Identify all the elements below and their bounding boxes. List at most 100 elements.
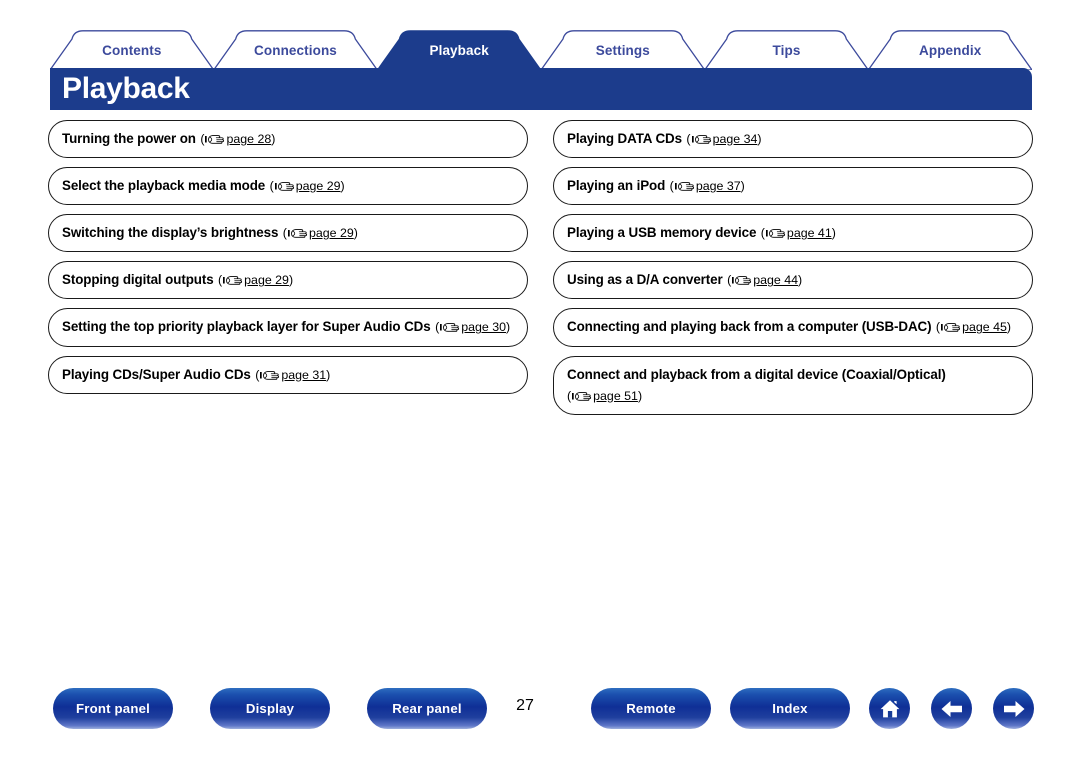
ref-page-link[interactable]: page 51: [593, 389, 638, 403]
toc-item-page-ref[interactable]: (page 30): [435, 320, 510, 334]
ref-page-link[interactable]: page 45: [962, 320, 1007, 334]
ref-close-paren: ): [1006, 320, 1011, 335]
footer-button-display[interactable]: Display: [210, 688, 330, 729]
ref-close-paren: ): [831, 226, 836, 241]
ref-open-paren: (: [727, 273, 732, 288]
ref-close-paren: ): [288, 273, 294, 288]
tab-settings[interactable]: Settings: [541, 30, 705, 70]
toc-item[interactable]: Playing CDs/Super Audio CDs (page 31): [48, 355, 528, 394]
footer-button-label: Rear panel: [392, 701, 462, 716]
pointing-hand-icon: [260, 370, 281, 381]
toc-item[interactable]: Playing a USB memory device ( page 41): [553, 214, 1033, 253]
ref-open-paren: (: [686, 132, 691, 146]
ref-open-paren: (: [200, 132, 205, 146]
ref-page-link[interactable]: page 28: [226, 132, 271, 146]
page-title-band: Playback: [50, 68, 1032, 110]
ref-close-paren: ): [353, 226, 358, 241]
toc-item-title: Playing CDs/Super Audio CDs: [62, 366, 251, 382]
toc-item-page-ref[interactable]: (page 29): [270, 179, 345, 193]
pointing-hand-icon: [765, 228, 787, 239]
ref-open-paren: (: [760, 226, 765, 241]
page-title: Playback: [62, 72, 190, 105]
toc-item-page-ref[interactable]: ( page 28): [200, 132, 275, 146]
toc-item[interactable]: Playing DATA CDs ( page 34): [553, 120, 1033, 159]
arrow-left-icon: [939, 698, 965, 720]
tab-tips[interactable]: Tips: [705, 30, 869, 70]
ref-open-paren: (: [567, 388, 572, 403]
toc-item[interactable]: Connect and playback from a digital devi…: [553, 355, 1033, 415]
ref-page-link[interactable]: page 29: [296, 179, 341, 193]
toc-item[interactable]: Switching the display’s brightness ( page…: [48, 214, 528, 253]
toc-item-title: Playing DATA CDs: [567, 131, 682, 146]
ref-page-link[interactable]: page 29: [244, 273, 289, 287]
toc-item-page-ref[interactable]: ( page 29): [283, 226, 358, 240]
ref-close-paren: ): [326, 367, 331, 382]
toc-item-title: Connect and playback from a digital devi…: [567, 366, 946, 382]
ref-open-paren: (: [935, 320, 941, 335]
toc-item-page-ref[interactable]: ( page 51): [567, 389, 642, 403]
toc-item-title: Playing an iPod: [567, 178, 666, 194]
pointing-hand-icon: [440, 322, 461, 333]
toc-item-page-ref[interactable]: (page 31): [255, 368, 330, 382]
toc-item-page-ref[interactable]: (page 37): [670, 179, 745, 193]
ref-open-paren: (: [669, 179, 674, 194]
forward-button[interactable]: [993, 688, 1034, 729]
ref-page-link[interactable]: page 30: [461, 320, 506, 334]
manual-page: Contents Connections Playback Settings Tips A…: [0, 0, 1080, 761]
footer-button-rear-panel[interactable]: Rear panel: [367, 688, 487, 729]
footer-button-label: Display: [245, 701, 295, 716]
tab-label: Settings: [595, 42, 650, 58]
toc-item[interactable]: Playing an iPod (page 37): [553, 167, 1033, 206]
footer-button-label: Front panel: [76, 701, 150, 716]
toc-item-title: Playing a USB memory device: [567, 225, 757, 241]
toc-item-title: Switching the display’s brightness: [62, 225, 279, 241]
toc-item[interactable]: Using as a D/A converter (page 44): [553, 261, 1033, 300]
footer-button-label: Remote: [626, 701, 676, 716]
toc-item-title: Using as a D/A converter: [567, 272, 723, 288]
footer-bar: Front panel Display Rear panel 27 Remote…: [0, 688, 1080, 732]
ref-close-paren: ): [757, 132, 762, 146]
tab-bar: Contents Connections Playback Settings Tips A…: [50, 30, 1032, 70]
footer-button-remote[interactable]: Remote: [591, 688, 711, 729]
toc-item-page-ref[interactable]: ( page 34): [686, 132, 761, 146]
pointing-hand-icon: [941, 322, 962, 333]
pointing-hand-icon: [674, 181, 696, 192]
ref-page-link[interactable]: page 41: [787, 226, 832, 240]
toc-item[interactable]: Stopping digital outputs (page 29): [48, 261, 528, 300]
toc-item[interactable]: Select the playback media mode (page 29): [48, 167, 528, 206]
tab-label: Tips: [772, 42, 801, 58]
toc-item-page-ref[interactable]: ( page 41): [761, 226, 836, 240]
toc-item[interactable]: Connecting and playing back from a compu…: [553, 308, 1033, 347]
toc-item-page-ref[interactable]: (page 44): [727, 273, 802, 287]
back-button[interactable]: [931, 688, 972, 729]
tab-appendix[interactable]: Appendix: [868, 30, 1032, 70]
ref-page-link[interactable]: page 37: [696, 179, 741, 193]
ref-open-paren: (: [282, 226, 287, 241]
pointing-hand-icon: [287, 228, 309, 239]
tab-contents[interactable]: Contents: [50, 30, 214, 70]
ref-page-link[interactable]: page 34: [713, 132, 758, 146]
arrow-right-icon: [1001, 698, 1027, 720]
pointing-hand-icon: [205, 134, 226, 145]
toc-item-page-ref[interactable]: ( page 45): [936, 320, 1011, 334]
toc-item[interactable]: Setting the top priority playback layer …: [48, 308, 528, 347]
pointing-hand-icon: [223, 275, 244, 286]
footer-button-index[interactable]: Index: [730, 688, 850, 729]
ref-close-paren: ): [637, 388, 643, 403]
ref-page-link[interactable]: page 31: [281, 368, 326, 382]
left-column: Turning the power on (page 28) Select the…: [48, 120, 528, 403]
toc-item[interactable]: Turning the power on ( page 28): [48, 120, 528, 159]
footer-button-front-panel[interactable]: Front panel: [53, 688, 173, 729]
ref-page-link[interactable]: page 44: [753, 273, 798, 287]
tab-label: Connections: [254, 42, 337, 58]
toc-item-title: Setting the top priority playback layer …: [62, 319, 431, 335]
ref-close-paren: ): [340, 179, 345, 194]
home-button[interactable]: [869, 688, 910, 729]
toc-item-page-ref[interactable]: (page 29): [218, 273, 293, 287]
ref-page-link[interactable]: page 29: [309, 226, 354, 240]
ref-close-paren: ): [271, 132, 276, 146]
toc-item-title: Turning the power on: [62, 131, 196, 146]
tab-playback[interactable]: Playback: [377, 30, 541, 70]
right-column: Playing DATA CDs ( page 34) Playing an iPo…: [553, 120, 1033, 424]
tab-connections[interactable]: Connections: [214, 30, 378, 70]
